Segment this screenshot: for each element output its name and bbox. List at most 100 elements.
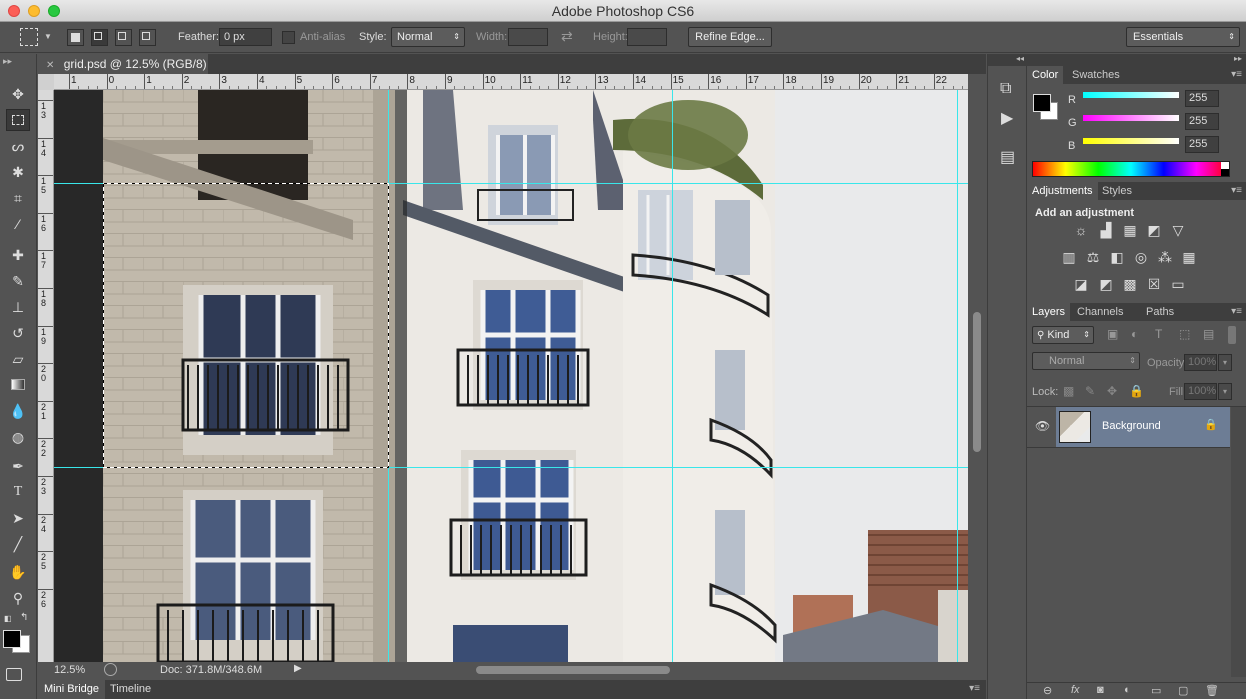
move-tool-icon[interactable]: ✥: [6, 83, 30, 105]
opacity-dropdown[interactable]: ▾: [1218, 354, 1232, 371]
tab-styles[interactable]: Styles: [1097, 182, 1137, 200]
anti-alias-checkbox[interactable]: [282, 31, 295, 44]
posterize-icon[interactable]: ◩: [1098, 276, 1114, 292]
color-fg-swatch[interactable]: [1033, 94, 1051, 112]
opacity-input[interactable]: 100%: [1184, 354, 1217, 371]
new-selection-icon[interactable]: [67, 29, 84, 46]
add-mask-icon[interactable]: ◙: [1097, 684, 1104, 696]
selective-color-icon[interactable]: ☒: [1146, 276, 1162, 292]
black-white-icon[interactable]: ◧: [1109, 249, 1125, 265]
layer-visibility-cell[interactable]: 👁: [1027, 407, 1055, 447]
swap-arrows-icon[interactable]: ⇄: [561, 28, 573, 45]
gradient-map-icon[interactable]: ▭: [1170, 276, 1186, 292]
workspace-select[interactable]: Essentials ⇕: [1126, 27, 1240, 47]
status-info-icon[interactable]: [104, 663, 117, 676]
crop-tool-icon[interactable]: ⌗: [6, 187, 30, 209]
status-menu-arrow-icon[interactable]: ▶: [294, 663, 302, 674]
invert-icon[interactable]: ◪: [1073, 276, 1089, 292]
refine-edge-button[interactable]: Refine Edge...: [688, 27, 772, 47]
zoom-level[interactable]: 12.5%: [54, 664, 85, 676]
vertical-scrollbar[interactable]: [968, 90, 986, 662]
tab-adjustments[interactable]: Adjustments: [1027, 182, 1098, 200]
layer-name[interactable]: Background: [1102, 420, 1161, 432]
filter-smart-object-icon[interactable]: ▤: [1203, 327, 1214, 341]
lock-image-icon[interactable]: ✎: [1085, 384, 1095, 398]
minimize-window-button[interactable]: [28, 5, 40, 17]
eraser-tool-icon[interactable]: ▱: [6, 348, 30, 370]
subtract-from-selection-icon[interactable]: [115, 29, 132, 46]
fill-input[interactable]: 100%: [1184, 383, 1217, 400]
lasso-tool-icon[interactable]: ᔕ: [6, 135, 30, 157]
lock-position-icon[interactable]: ✥: [1107, 384, 1117, 398]
g-input[interactable]: 255: [1185, 113, 1219, 130]
chevron-down-icon[interactable]: ▼: [44, 32, 52, 41]
tab-swatches[interactable]: Swatches: [1067, 66, 1125, 84]
line-tool-icon[interactable]: ╱: [6, 533, 30, 555]
close-window-button[interactable]: [8, 5, 20, 17]
rectangular-marquee-tool-icon[interactable]: [6, 109, 30, 131]
horizontal-ruler[interactable]: 1 0 1 2 3 4 5 6 7 8 9 10 11 12 13 14 15 16 17 18 19 20 21 22: [54, 74, 968, 90]
panel-menu-icon[interactable]: ▾≡: [1231, 69, 1242, 80]
path-selection-tool-icon[interactable]: ➤: [6, 507, 30, 529]
blur-tool-icon[interactable]: 💧: [6, 400, 30, 422]
swap-colors-icon[interactable]: ↰: [20, 612, 28, 623]
actions-panel-icon[interactable]: ▶: [1001, 108, 1013, 128]
collapse-arrows-icon[interactable]: ◂◂: [988, 54, 1028, 66]
r-slider[interactable]: [1083, 92, 1179, 98]
filter-toggle[interactable]: [1228, 326, 1236, 344]
style-select[interactable]: Normal ⇕: [391, 27, 465, 47]
sponge-tool-icon[interactable]: ◍: [6, 426, 30, 448]
trash-icon[interactable]: 🗑: [1205, 684, 1219, 697]
pen-tool-icon[interactable]: ✒: [6, 455, 30, 477]
brightness-contrast-icon[interactable]: ☼: [1073, 222, 1089, 238]
b-input[interactable]: 255: [1185, 136, 1219, 153]
panel-menu-icon[interactable]: ▾≡: [1231, 185, 1242, 196]
layer-lock-icon[interactable]: 🔒: [1204, 418, 1218, 431]
panel-menu-icon[interactable]: ▾≡: [969, 683, 980, 694]
expand-panel-icon[interactable]: ▸▸: [3, 56, 12, 67]
new-adjustment-layer-icon[interactable]: ◐: [1124, 684, 1131, 696]
healing-brush-tool-icon[interactable]: ✚: [6, 244, 30, 266]
vibrance-icon[interactable]: ▽: [1170, 222, 1186, 238]
default-colors-icon[interactable]: ◧: [4, 614, 12, 623]
tab-layers[interactable]: Layers: [1027, 303, 1071, 321]
width-input[interactable]: [508, 28, 548, 46]
filter-pixel-icon[interactable]: ▣: [1107, 327, 1118, 341]
color-balance-icon[interactable]: ⚖: [1085, 249, 1101, 265]
curves-icon[interactable]: ▦: [1122, 222, 1138, 238]
lock-all-icon[interactable]: 🔒: [1129, 384, 1144, 398]
panel-menu-icon[interactable]: ▾≡: [1231, 306, 1242, 317]
filter-type-icon[interactable]: T: [1155, 327, 1162, 341]
zoom-tool-icon[interactable]: ⚲: [6, 587, 30, 609]
vertical-ruler[interactable]: 1 3 1 4 1 5 1 6 1 7 1 8 1 9 2 0 2 1 2 2 2 3 2 4 2 5 2…: [38, 90, 54, 662]
hue-saturation-icon[interactable]: ▥: [1061, 249, 1077, 265]
zoom-window-button[interactable]: [48, 5, 60, 17]
exposure-icon[interactable]: ◩: [1146, 222, 1162, 238]
intersect-selection-icon[interactable]: [139, 29, 156, 46]
r-input[interactable]: 255: [1185, 90, 1219, 107]
g-slider[interactable]: [1083, 115, 1179, 121]
filter-shape-icon[interactable]: ⬚: [1179, 327, 1190, 341]
channel-mixer-icon[interactable]: ⁂: [1157, 249, 1173, 265]
tab-channels[interactable]: Channels: [1072, 303, 1128, 321]
eyedropper-tool-icon[interactable]: ⁄: [6, 213, 30, 235]
tab-mini-bridge[interactable]: Mini Bridge: [38, 680, 106, 699]
add-to-selection-icon[interactable]: [91, 29, 108, 46]
b-slider[interactable]: [1083, 138, 1179, 144]
levels-icon[interactable]: ▟: [1098, 222, 1114, 238]
photo-filter-icon[interactable]: ◎: [1133, 249, 1149, 265]
horizontal-scroll-thumb[interactable]: [476, 666, 670, 674]
marquee-preset-icon[interactable]: [20, 28, 38, 46]
layer-filter-select[interactable]: ⚲ Kind ⇕: [1032, 326, 1094, 344]
height-input[interactable]: [627, 28, 667, 46]
layer-row-background[interactable]: Background 🔒: [1056, 407, 1230, 447]
properties-panel-icon[interactable]: ▤: [1000, 147, 1015, 167]
blend-mode-select[interactable]: Normal ⇕: [1032, 352, 1140, 370]
foreground-color-swatch[interactable]: [3, 630, 21, 648]
tab-timeline[interactable]: Timeline: [104, 680, 157, 699]
color-lookup-icon[interactable]: ▦: [1181, 249, 1197, 265]
brush-tool-icon[interactable]: ✎: [6, 270, 30, 292]
type-tool-icon[interactable]: T: [6, 481, 30, 503]
panel-dock-arrows-icon[interactable]: ▸▸: [1027, 54, 1246, 66]
quick-mask-icon[interactable]: [6, 668, 22, 681]
